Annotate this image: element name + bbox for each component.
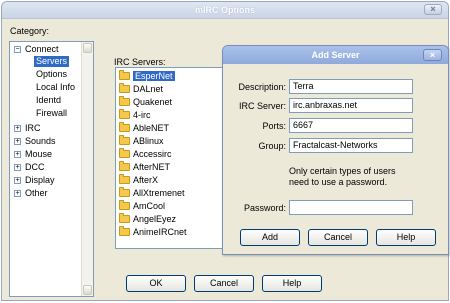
tree-item-identd[interactable]: Identd: [36, 95, 61, 106]
folder-icon: [119, 109, 130, 119]
server-item[interactable]: AmCool: [119, 200, 165, 212]
group-field[interactable]: Fractalcast-Networks: [289, 138, 413, 153]
folder-icon: [119, 226, 130, 236]
server-item[interactable]: AnimeIRCnet: [119, 226, 187, 238]
tree-item-servers[interactable]: Servers: [34, 56, 70, 67]
dialog-help-button[interactable]: Help: [376, 229, 436, 246]
description-field[interactable]: Terra: [289, 79, 413, 94]
folder-icon: [119, 161, 130, 171]
server-item[interactable]: AngelEyez: [119, 213, 176, 225]
category-label: Category:: [10, 26, 50, 36]
window-close-button[interactable]: ×: [424, 4, 442, 15]
server-item[interactable]: 4-irc: [119, 109, 151, 121]
folder-icon: [119, 70, 130, 80]
dialog-titlebar[interactable]: Add Server ×: [223, 46, 448, 64]
folder-icon: [119, 200, 130, 210]
group-label: Group:: [258, 141, 286, 151]
category-tree[interactable]: − Connect Servers Options Local Info Ide…: [9, 41, 94, 297]
tree-expand-icon[interactable]: +: [14, 151, 21, 158]
password-note: Only certain types of users need to use …: [289, 166, 396, 187]
folder-icon: [119, 187, 130, 197]
tree-item-firewall[interactable]: Firewall: [36, 108, 67, 119]
server-item[interactable]: EsperNet: [119, 70, 175, 82]
server-item[interactable]: ABlinux: [119, 135, 164, 147]
tree-expand-icon[interactable]: +: [14, 138, 21, 145]
irc-server-field[interactable]: irc.anbraxas.net: [289, 98, 413, 113]
ports-label: Ports:: [262, 121, 286, 131]
server-item[interactable]: Accessirc: [119, 148, 172, 160]
tree-expand-icon[interactable]: +: [14, 164, 21, 171]
folder-icon: [119, 122, 130, 132]
folder-icon: [119, 83, 130, 93]
irc-server-label: IRC Server:: [238, 101, 286, 111]
server-item[interactable]: AfterX: [119, 174, 158, 186]
server-item[interactable]: AllXtremenet: [119, 187, 185, 199]
server-item[interactable]: AbleNET: [119, 122, 169, 134]
folder-icon: [119, 96, 130, 106]
server-item[interactable]: DALnet: [119, 83, 163, 95]
folder-icon: [119, 213, 130, 223]
server-item[interactable]: AfterNET: [119, 161, 170, 173]
cancel-button[interactable]: Cancel: [194, 275, 254, 292]
tree-item-sounds[interactable]: Sounds: [25, 136, 56, 147]
description-label: Description:: [238, 82, 286, 92]
tree-item-other[interactable]: Other: [25, 188, 48, 199]
dialog-cancel-button[interactable]: Cancel: [308, 229, 368, 246]
scroll-up-button[interactable]: [83, 43, 92, 53]
add-button[interactable]: Add: [240, 229, 300, 246]
server-list[interactable]: EsperNet DALnet Quakenet 4-irc AbleNET A…: [115, 67, 225, 249]
folder-icon: [119, 135, 130, 145]
server-item[interactable]: Quakenet: [119, 96, 172, 108]
tree-collapse-icon[interactable]: −: [14, 46, 21, 53]
dialog-close-button[interactable]: ×: [423, 49, 442, 61]
tree-expand-icon[interactable]: +: [14, 190, 21, 197]
window-title: mIRC Options: [195, 5, 255, 15]
ports-field[interactable]: 6667: [289, 118, 413, 133]
tree-item-mouse[interactable]: Mouse: [25, 149, 52, 160]
tree-item-connect[interactable]: Connect: [25, 44, 59, 55]
ok-button[interactable]: OK: [126, 275, 186, 292]
add-server-dialog: Add Server × Description: Terra IRC Serv…: [222, 45, 449, 255]
password-label: Password:: [243, 203, 286, 213]
tree-item-local-info[interactable]: Local Info: [36, 82, 75, 93]
tree-expand-icon[interactable]: +: [14, 125, 21, 132]
help-button[interactable]: Help: [262, 275, 322, 292]
folder-icon: [119, 148, 130, 158]
tree-scrollbar[interactable]: [81, 42, 93, 296]
password-field[interactable]: [289, 200, 413, 215]
options-titlebar[interactable]: mIRC Options ×: [2, 2, 448, 19]
folder-icon: [119, 174, 130, 184]
tree-expand-icon[interactable]: +: [14, 177, 21, 184]
scroll-down-button[interactable]: [83, 285, 92, 295]
tree-item-display[interactable]: Display: [25, 175, 55, 186]
tree-item-options[interactable]: Options: [36, 69, 67, 80]
tree-item-dcc[interactable]: DCC: [25, 162, 45, 173]
dialog-title: Add Server: [311, 50, 360, 60]
tree-item-irc[interactable]: IRC: [25, 123, 41, 134]
irc-servers-label: IRC Servers:: [114, 57, 166, 67]
